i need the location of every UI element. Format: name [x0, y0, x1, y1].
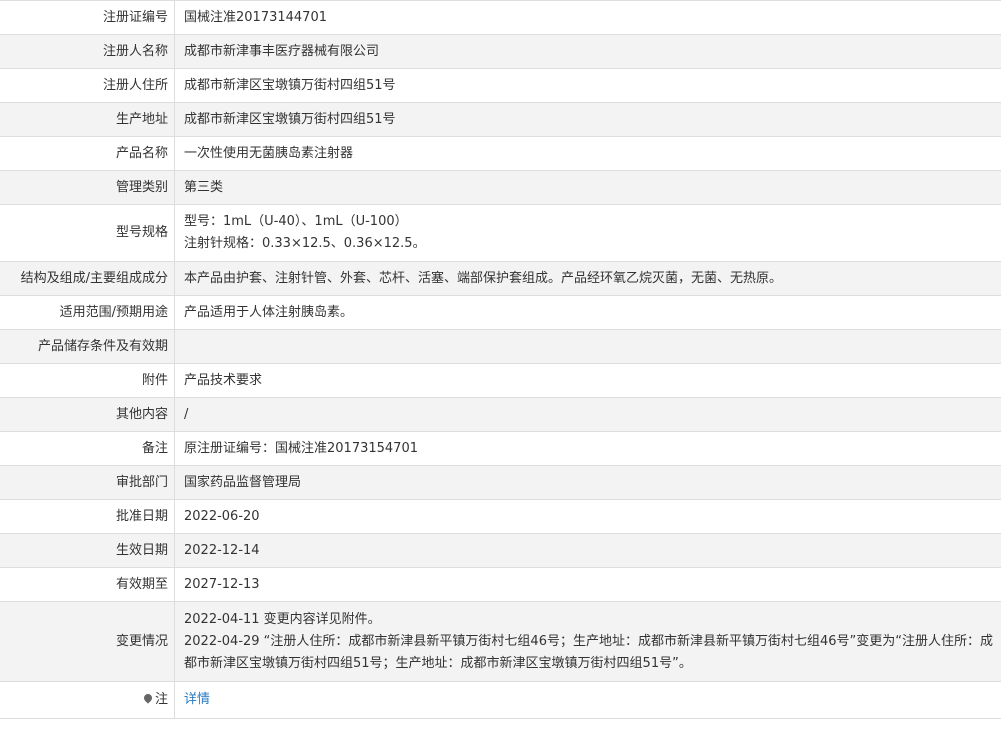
approval-department: 国家药品监督管理局: [174, 465, 1001, 500]
table-row: 生产地址 成都市新津区宝墩镇万街村四组51号: [0, 102, 1001, 137]
other-content: /: [174, 397, 1001, 432]
row-label: 附件: [0, 363, 175, 398]
table-row: 附件 产品技术要求: [0, 363, 1001, 398]
row-label: 注: [154, 692, 168, 707]
approval-date: 2022-06-20: [174, 499, 1001, 534]
effective-date: 2022-12-14: [174, 533, 1001, 568]
row-label: 审批部门: [0, 465, 175, 500]
registrant-name: 成都市新津事丰医疗器械有限公司: [174, 34, 1001, 69]
row-label: 适用范围/预期用途: [0, 295, 175, 330]
row-label: 管理类别: [0, 170, 175, 205]
pin-icon: [142, 692, 154, 704]
row-label: 结构及组成/主要组成成分: [0, 261, 175, 296]
model-spec-line: 型号：1mL（U-40）、1mL（U-100）: [184, 214, 408, 229]
model-spec-line: 注射针规格：0.33×12.5、0.36×12.5。: [184, 236, 426, 251]
row-label: 变更情况: [0, 601, 175, 682]
table-row: 注册人住所 成都市新津区宝墩镇万街村四组51号: [0, 68, 1001, 103]
row-label: 有效期至: [0, 567, 175, 602]
registration-table: 注册证编号 国械注准20173144701 注册人名称 成都市新津事丰医疗器械有…: [0, 0, 1001, 719]
table-row: 结构及组成/主要组成成分 本产品由护套、注射针管、外套、芯杆、活塞、端部保护套组…: [0, 261, 1001, 296]
structure-composition: 本产品由护套、注射针管、外套、芯杆、活塞、端部保护套组成。产品经环氧乙烷灭菌，无…: [174, 261, 1001, 296]
table-row: 生效日期 2022-12-14: [0, 533, 1001, 568]
row-label: 生效日期: [0, 533, 175, 568]
product-name: 一次性使用无菌胰岛素注射器: [174, 136, 1001, 171]
change-entry: 2022-04-11 变更内容详见附件。: [184, 611, 381, 627]
registration-number: 国械注准20173144701: [174, 0, 1001, 35]
table-row: 备注 原注册证编号：国械注准20173154701: [0, 431, 1001, 466]
table-row: 注册证编号 国械注准20173144701: [0, 0, 1001, 35]
table-row: 注册人名称 成都市新津事丰医疗器械有限公司: [0, 34, 1001, 69]
row-label: 批准日期: [0, 499, 175, 534]
table-row: 批准日期 2022-06-20: [0, 499, 1001, 534]
row-label: 产品储存条件及有效期: [0, 329, 175, 364]
row-label: 生产地址: [0, 102, 175, 137]
table-row: 型号规格 型号：1mL（U-40）、1mL（U-100） 注射针规格：0.33×…: [0, 204, 1001, 262]
attachment: 产品技术要求: [174, 363, 1001, 398]
table-row: 审批部门 国家药品监督管理局: [0, 465, 1001, 500]
model-spec: 型号：1mL（U-40）、1mL（U-100） 注射针规格：0.33×12.5、…: [174, 204, 1001, 262]
table-row: 注 详情: [0, 681, 1001, 719]
table-row: 产品名称 一次性使用无菌胰岛素注射器: [0, 136, 1001, 171]
change-history: 2022-04-11 变更内容详见附件。 2022-04-29 “注册人住所：成…: [174, 601, 1001, 682]
table-row: 管理类别 第三类: [0, 170, 1001, 205]
change-entry: 2022-04-29 “注册人住所：成都市新津县新平镇万街村七组46号；生产地址…: [184, 633, 993, 671]
row-label: 注册人名称: [0, 34, 175, 69]
row-label: 型号规格: [0, 204, 175, 262]
table-row: 适用范围/预期用途 产品适用于人体注射胰岛素。: [0, 295, 1001, 330]
table-row: 其他内容 /: [0, 397, 1001, 432]
table-row: 产品储存条件及有效期: [0, 329, 1001, 364]
row-label: 注册证编号: [0, 0, 175, 35]
registrant-address: 成都市新津区宝墩镇万街村四组51号: [174, 68, 1001, 103]
table-row: 有效期至 2027-12-13: [0, 567, 1001, 602]
note-label-cell: 注: [0, 681, 175, 719]
row-label: 备注: [0, 431, 175, 466]
row-label: 其他内容: [0, 397, 175, 432]
table-row: 变更情况 2022-04-11 变更内容详见附件。 2022-04-29 “注册…: [0, 601, 1001, 682]
details-link[interactable]: 详情: [184, 692, 210, 707]
intended-use: 产品适用于人体注射胰岛素。: [174, 295, 1001, 330]
row-label: 产品名称: [0, 136, 175, 171]
remarks: 原注册证编号：国械注准20173154701: [174, 431, 1001, 466]
valid-until: 2027-12-13: [174, 567, 1001, 602]
storage-conditions: [174, 329, 1001, 364]
row-label: 注册人住所: [0, 68, 175, 103]
note-cell: 详情: [174, 681, 1001, 719]
management-category: 第三类: [174, 170, 1001, 205]
production-address: 成都市新津区宝墩镇万街村四组51号: [174, 102, 1001, 137]
